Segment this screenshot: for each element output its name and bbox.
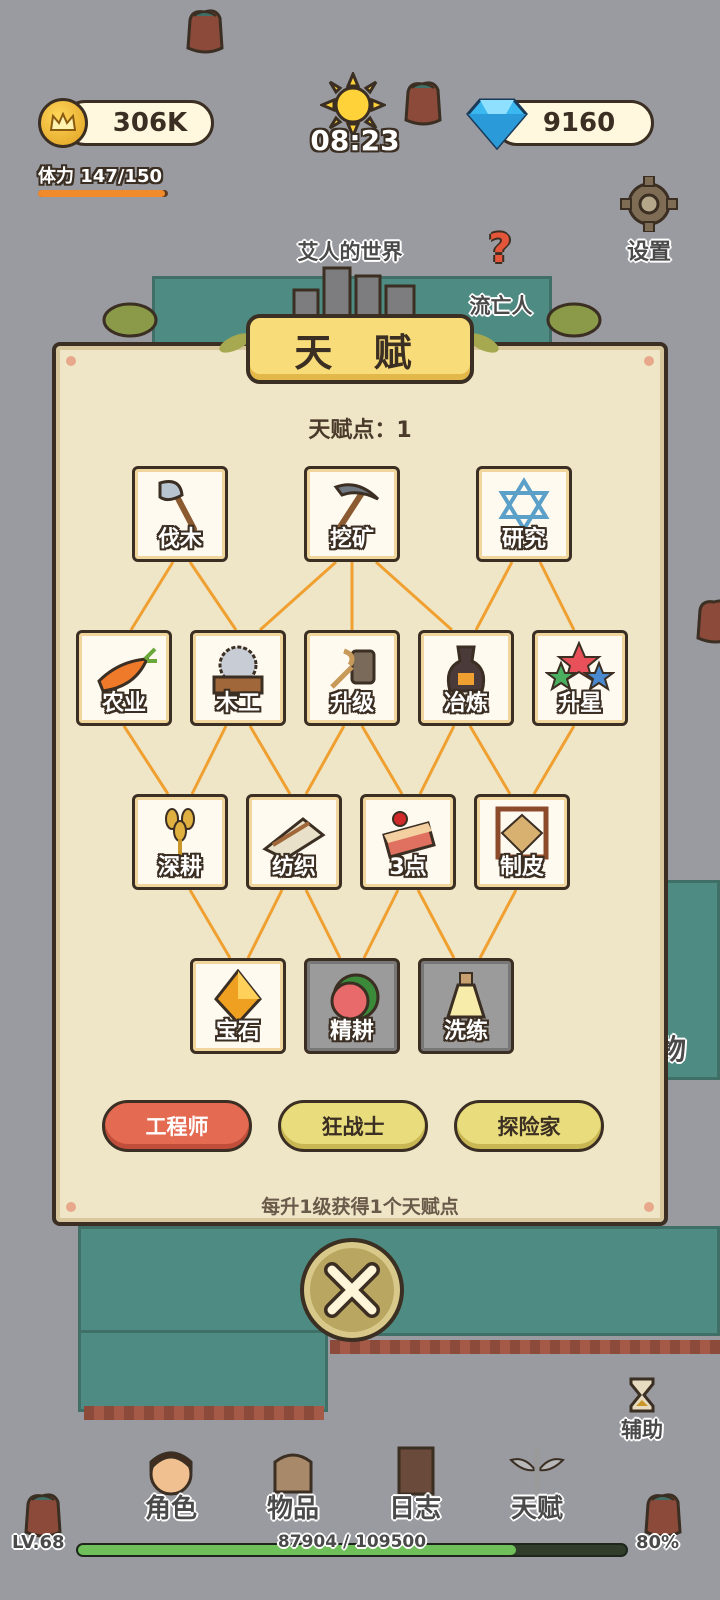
nav-label: 天赋: [510, 1494, 563, 1524]
tree-stump-icon: [186, 9, 224, 54]
settings-button[interactable]: 设置: [612, 175, 686, 265]
corner-dot: [66, 356, 76, 366]
dirt-edge: [330, 1340, 720, 1354]
talent-label: 挖矿: [329, 527, 374, 552]
talent-node-deep-plough[interactable]: 深耕: [132, 794, 228, 890]
talent-label: 3点: [389, 855, 427, 880]
panel-title: 天 赋: [246, 314, 474, 384]
talent-label: 农业: [101, 691, 146, 716]
talent-label: 精耕: [329, 1019, 374, 1044]
nav-character[interactable]: 角色: [126, 1446, 216, 1526]
stamina-bar: [38, 190, 168, 197]
class-engineer-button[interactable]: 工程师: [102, 1100, 252, 1152]
ruins-icon: [292, 266, 416, 322]
talent-node-smelting[interactable]: 冶炼: [418, 630, 514, 726]
talent-node-carpentry[interactable]: 木工: [190, 630, 286, 726]
xp-percent: 80%: [636, 1532, 680, 1553]
talent-label: 纺织: [271, 855, 316, 880]
talent-node-refine[interactable]: 洗练: [418, 958, 514, 1054]
talent-label: 升级: [329, 691, 374, 716]
close-icon: [324, 1262, 380, 1318]
talent-label: 洗练: [443, 1019, 488, 1044]
nav-items[interactable]: 物品: [248, 1446, 338, 1526]
talent-label: 冶炼: [443, 691, 488, 716]
stamina-fill: [38, 190, 166, 197]
tree-stump-icon: [404, 81, 442, 126]
gear-icon: [620, 175, 678, 233]
player-level: LV.68: [12, 1532, 65, 1553]
diamond-icon: [466, 98, 528, 150]
talent-node-farming[interactable]: 农业: [76, 630, 172, 726]
bush-icon: [546, 302, 602, 338]
assist-label: 辅助: [621, 1418, 663, 1442]
npc-name-label[interactable]: 流亡人: [456, 290, 546, 320]
dirt-edge: [84, 1406, 324, 1420]
world-name-label: 艾人的世界: [297, 240, 403, 264]
gem-amount: 9160: [542, 108, 616, 138]
nav-label: 角色: [144, 1494, 197, 1524]
talent-label: 升星: [557, 691, 602, 716]
talent-node-fine-farming[interactable]: 精耕: [304, 958, 400, 1054]
talent-node-logging[interactable]: 伐木: [132, 466, 228, 562]
talent-node-mining[interactable]: 挖矿: [304, 466, 400, 562]
nav-journal[interactable]: 日志: [370, 1446, 460, 1526]
talent-label: 伐木: [157, 527, 202, 552]
nav-talent[interactable]: 天赋: [492, 1446, 582, 1526]
xp-text: 87904 / 109500: [277, 1532, 427, 1552]
stamina-label: 体力 147/150: [38, 166, 162, 187]
grass-tile-bottom-left: [78, 1330, 328, 1412]
talent-hint: 每升1级获得1个天赋点: [261, 1196, 459, 1218]
talent-label: 研究: [501, 527, 546, 552]
corner-dot: [644, 356, 654, 366]
class-berserker-button[interactable]: 狂战士: [278, 1100, 428, 1152]
bush-icon: [102, 302, 158, 338]
talent-label: 宝石: [215, 1019, 260, 1044]
talent-node-star-up[interactable]: 升星: [532, 630, 628, 726]
talent-node-upgrade[interactable]: 升级: [304, 630, 400, 726]
nav-label: 物品: [266, 1494, 319, 1524]
gold-amount: 306K: [112, 108, 188, 138]
talent-node-weaving[interactable]: 纺织: [246, 794, 342, 890]
settings-label: 设置: [626, 240, 671, 265]
crown-coin-icon: [38, 98, 88, 148]
talent-node-gem[interactable]: 宝石: [190, 958, 286, 1054]
nav-label: 日志: [388, 1494, 441, 1524]
clock-time: 08:23: [310, 124, 400, 157]
assist-button[interactable]: 辅助: [612, 1376, 672, 1446]
hourglass-icon: [629, 1377, 655, 1413]
talent-points: 天赋点：1: [308, 418, 412, 443]
talent-label: 制皮: [499, 855, 544, 880]
talent-node-leather[interactable]: 制皮: [474, 794, 570, 890]
talent-label: 木工: [215, 691, 260, 716]
tree-stump-icon: [696, 599, 720, 644]
talent-node-cake[interactable]: 3点: [360, 794, 456, 890]
talent-label: 深耕: [157, 855, 202, 880]
close-button[interactable]: [300, 1238, 404, 1342]
question-mark-icon[interactable]: ?: [480, 226, 520, 272]
class-explorer-button[interactable]: 探险家: [454, 1100, 604, 1152]
talent-node-research[interactable]: 研究: [476, 466, 572, 562]
